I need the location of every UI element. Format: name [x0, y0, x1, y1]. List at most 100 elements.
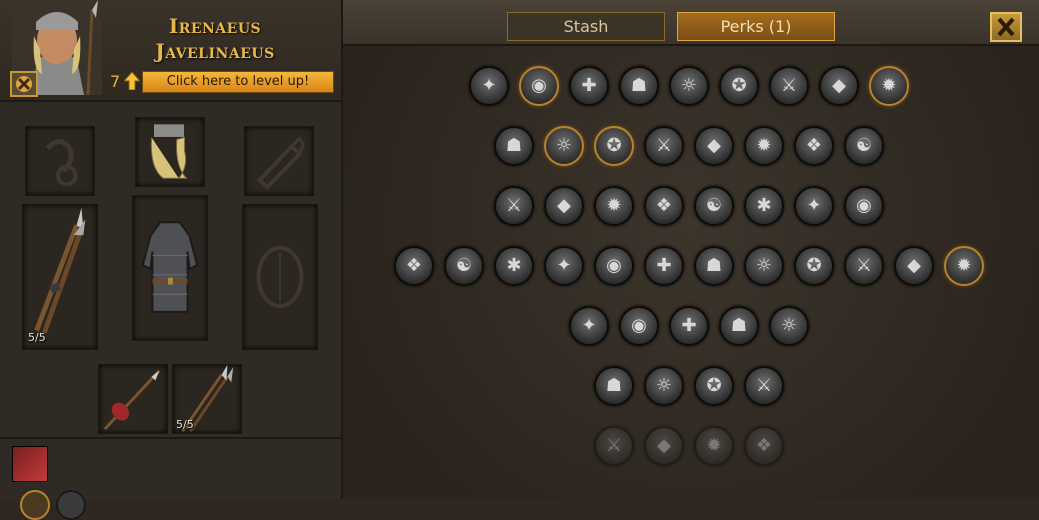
perk-glyph: ⚔	[605, 435, 623, 456]
perk-glyph: ❖	[805, 135, 823, 156]
gifted-icon[interactable]: ☯	[844, 126, 884, 166]
berserk-icon[interactable]: ☗	[594, 366, 634, 406]
skill-circle-2-icon[interactable]	[56, 490, 86, 520]
tab-stash[interactable]: Stash	[507, 12, 665, 41]
axe-mastery-icon[interactable]: ✦	[544, 246, 584, 286]
perk-glyph: ☼	[680, 75, 698, 96]
anticipation-icon[interactable]: ◆	[544, 186, 584, 226]
active-skill-icon[interactable]	[12, 446, 48, 482]
character-name-line2: Javelinaeus	[155, 39, 275, 63]
head-hunter-icon[interactable]: ☼	[644, 366, 684, 406]
perk-glyph: ❖	[405, 255, 423, 276]
character-name-line1: Irenaeus	[168, 14, 262, 38]
perk-glyph: ☯	[455, 255, 473, 276]
mace-mastery-icon[interactable]: ❖	[394, 246, 434, 286]
close-button[interactable]	[990, 12, 1022, 42]
character-panel: Irenaeus Javelinaeus 7 Click here to lev…	[0, 0, 343, 520]
rally-icon[interactable]: ✦	[469, 66, 509, 106]
battle-forged-icon[interactable]: ⚔	[744, 366, 784, 406]
perk-glyph: ◉	[531, 75, 547, 96]
spear-icon	[103, 369, 161, 431]
bullseye-icon[interactable]: ☼	[544, 126, 584, 166]
killing-frenzy-icon[interactable]: ✹	[694, 426, 734, 466]
perk-glyph: ◉	[606, 255, 622, 276]
pathfinder-icon[interactable]: ✪	[719, 66, 759, 106]
offhand-slot[interactable]	[242, 204, 318, 350]
adrenaline-icon[interactable]: ⚔	[769, 66, 809, 106]
level-up-arrow-icon	[124, 72, 140, 90]
nine-lives-icon[interactable]: ✚	[569, 66, 609, 106]
duelist-icon[interactable]: ◆	[644, 426, 684, 466]
perk-glyph: ◉	[856, 195, 872, 216]
dismiss-icon	[16, 76, 32, 92]
shield-expert-icon[interactable]: ✹	[594, 186, 634, 226]
mail-hauberk-icon	[141, 221, 199, 313]
rotation-icon[interactable]: ☯	[694, 186, 734, 226]
perk-glyph: ◉	[631, 315, 647, 336]
overwhelm-icon[interactable]: ✚	[669, 306, 709, 346]
rally-the-troops-icon[interactable]: ✱	[744, 186, 784, 226]
main-hand-slot[interactable]: 5/5	[22, 204, 98, 350]
quick-hands-icon[interactable]: ❖	[794, 126, 834, 166]
taunt-icon[interactable]: ✦	[794, 186, 834, 226]
perk-glyph: ✹	[956, 255, 972, 276]
perk-glyph: ◆	[707, 135, 721, 156]
nimble-icon[interactable]: ✪	[694, 366, 734, 406]
dodge-icon[interactable]: ✪	[594, 126, 634, 166]
hammer-mastery-icon[interactable]: ✱	[494, 246, 534, 286]
indomitable-icon[interactable]: ❖	[744, 426, 784, 466]
dagger-mastery-icon[interactable]: ☗	[694, 246, 734, 286]
bag-slot-2[interactable]: 5/5	[172, 364, 242, 434]
bags-icon[interactable]: ☗	[619, 66, 659, 106]
perk-glyph: ☗	[605, 375, 623, 396]
student-icon[interactable]: ✹	[869, 66, 909, 106]
perk-glyph: ⚔	[780, 75, 798, 96]
spear-mastery-icon[interactable]: ✪	[794, 246, 834, 286]
perk-glyph: ☗	[705, 255, 723, 276]
perk-glyph: ◆	[832, 75, 846, 96]
cleaver-mastery-icon[interactable]: ◉	[594, 246, 634, 286]
helmet-slot[interactable]	[135, 117, 205, 187]
perk-glyph: ✦	[556, 255, 572, 276]
perk-glyph: ✪	[731, 75, 747, 96]
steel-brow-icon[interactable]: ✹	[744, 126, 784, 166]
bow-mastery-icon[interactable]: ◆	[894, 246, 934, 286]
perk-glyph: ✚	[656, 255, 672, 276]
perk-glyph: ✚	[581, 75, 597, 96]
fist-icon[interactable]: ◉	[844, 186, 884, 226]
level-up-button[interactable]: Click here to level up!	[142, 71, 334, 93]
axe-throw-icon[interactable]: ☗	[494, 126, 534, 166]
skill-circle-1-icon[interactable]	[20, 490, 50, 520]
dismiss-character-button[interactable]	[10, 71, 38, 97]
backstabber-icon[interactable]: ⚔	[494, 186, 534, 226]
bag-slot-1[interactable]	[98, 364, 168, 434]
fearsome-icon[interactable]: ⚔	[594, 426, 634, 466]
footwork-icon[interactable]: ☼	[769, 306, 809, 346]
fortified-mind-icon[interactable]: ⚔	[644, 126, 684, 166]
tab-perks[interactable]: Perks (1)	[677, 12, 835, 41]
recover-icon[interactable]: ☼	[669, 66, 709, 106]
flail-mastery-icon[interactable]: ☯	[444, 246, 484, 286]
lungs-icon[interactable]: ◆	[819, 66, 859, 106]
perk-glyph: ☼	[655, 375, 673, 396]
sword-mastery-icon[interactable]: ✚	[644, 246, 684, 286]
ammo-slot[interactable]	[244, 126, 314, 196]
body-armor-slot[interactable]	[132, 195, 208, 341]
polearm-mastery-icon[interactable]: ☼	[744, 246, 784, 286]
underdog-icon[interactable]: ✦	[569, 306, 609, 346]
ammo-count: 5/5	[28, 331, 46, 344]
crossbow-mastery-icon[interactable]: ⚔	[844, 246, 884, 286]
perk-glyph: ✱	[506, 255, 522, 276]
hold-out-icon[interactable]: ◆	[694, 126, 734, 166]
javelins-icon	[34, 207, 86, 334]
perk-glyph: ✦	[481, 75, 497, 96]
brawny-icon[interactable]: ❖	[644, 186, 684, 226]
throwing-mastery-icon[interactable]: ✹	[944, 246, 984, 286]
colossus-icon[interactable]: ◉	[519, 66, 559, 106]
shield-placeholder-icon	[256, 245, 304, 309]
reach-advantage-icon[interactable]: ◉	[619, 306, 659, 346]
lone-wolf-icon[interactable]: ☗	[719, 306, 759, 346]
accessory-slot[interactable]	[25, 126, 95, 196]
perk-glyph: ⚔	[655, 135, 673, 156]
character-name: Irenaeus Javelinaeus	[120, 14, 310, 64]
